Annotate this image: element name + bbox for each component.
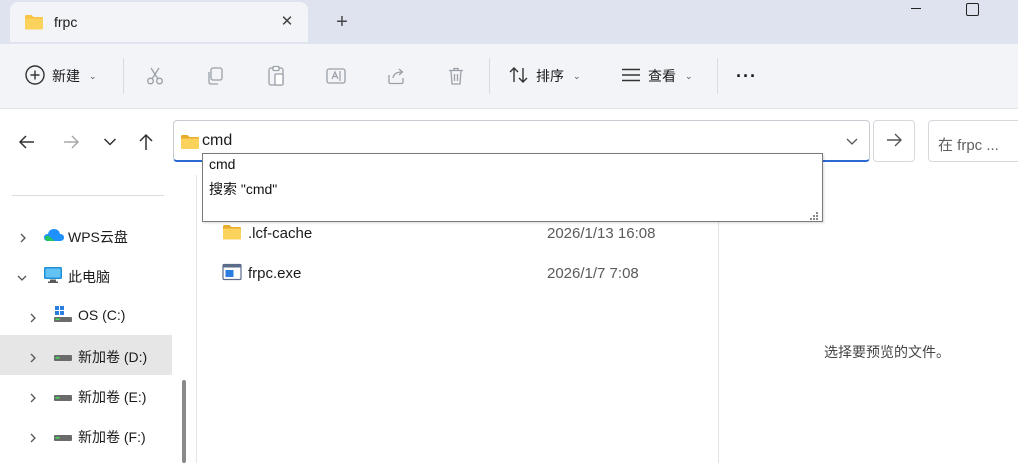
sort-icon	[508, 65, 530, 88]
computer-icon	[43, 266, 63, 287]
tab-title: frpc	[54, 14, 78, 30]
file-date: 2026/1/13 16:08	[547, 225, 656, 242]
sidebar-item-wps-cloud[interactable]: WPS云盘	[0, 215, 172, 255]
search-placeholder: 在 frpc ...	[938, 137, 999, 154]
chevron-down-icon[interactable]	[17, 270, 27, 281]
suggestion-item[interactable]: cmd	[209, 156, 235, 172]
file-row[interactable]: frpc.exe 2026/1/7 7:08	[214, 258, 714, 290]
chevron-right-icon[interactable]	[28, 310, 38, 323]
sidebar-item-label: 新加卷 (E:)	[78, 389, 147, 405]
suggestion-item[interactable]: 搜索 "cmd"	[209, 179, 277, 199]
maximize-button[interactable]	[966, 3, 979, 16]
sidebar-item-drive-c[interactable]: OS (C:)	[0, 295, 172, 335]
command-bar: 新建 ⌄ 排序 ⌄ 查看 ⌄ ···	[0, 44, 1018, 109]
toolbar-divider	[123, 58, 124, 94]
cut-icon[interactable]	[143, 64, 167, 88]
new-tab-button[interactable]: +	[330, 10, 354, 34]
address-suggestions: cmd 搜索 "cmd"	[202, 153, 823, 222]
sidebar-item-drive-e[interactable]: 新加卷 (E:)	[0, 375, 172, 415]
chevron-right-icon[interactable]	[28, 350, 38, 363]
recent-locations-icon[interactable]	[98, 130, 122, 154]
view-label: 查看	[648, 68, 676, 84]
new-button[interactable]: 新建 ⌄	[24, 62, 97, 90]
back-icon[interactable]	[15, 130, 39, 154]
sidebar-divider	[12, 195, 164, 196]
toolbar-divider	[489, 58, 490, 94]
arrow-right-icon	[885, 132, 903, 151]
chevron-right-icon[interactable]	[28, 390, 38, 403]
more-icon: ···	[736, 65, 757, 86]
sidebar-item-label: WPS云盘	[68, 229, 128, 245]
sidebar-item-label: 新加卷 (D:)	[78, 349, 148, 365]
folder-icon	[222, 223, 242, 244]
sort-button[interactable]: 排序 ⌄	[508, 62, 581, 90]
forward-icon[interactable]	[59, 130, 83, 154]
new-button-label: 新建	[52, 68, 80, 84]
chevron-down-icon: ⌄	[89, 70, 97, 81]
sort-label: 排序	[536, 68, 564, 84]
sidebar-item-label: 此电脑	[68, 269, 110, 285]
file-row[interactable]: .lcf-cache 2026/1/13 16:08	[214, 218, 714, 250]
file-date: 2026/1/7 7:08	[547, 265, 639, 282]
chevron-right-icon[interactable]	[18, 230, 28, 243]
sidebar-item-drive-d[interactable]: 新加卷 (D:)	[0, 335, 172, 375]
drive-icon	[53, 390, 73, 406]
delete-icon[interactable]	[444, 64, 468, 88]
add-circle-icon	[24, 64, 46, 89]
chevron-down-icon: ⌄	[685, 70, 693, 81]
windows-drive-icon	[53, 305, 73, 326]
minimize-button[interactable]	[906, 4, 926, 14]
more-button[interactable]: ···	[736, 62, 757, 90]
preview-empty-text: 选择要预览的文件。	[824, 344, 950, 360]
close-tab-icon[interactable]: ✕	[276, 11, 298, 33]
search-field[interactable]: 在 frpc ...	[928, 120, 1018, 162]
drive-icon	[53, 350, 73, 366]
folder-icon	[24, 13, 44, 34]
chevron-down-icon[interactable]	[844, 133, 860, 149]
file-name: .lcf-cache	[248, 225, 313, 242]
share-icon[interactable]	[384, 64, 408, 88]
sidebar-item-drive-f[interactable]: 新加卷 (F:)	[0, 415, 172, 455]
sidebar-scrollbar[interactable]	[182, 380, 186, 463]
pane-divider	[196, 175, 197, 463]
up-icon[interactable]	[134, 130, 158, 154]
sidebar-item-label: OS (C:)	[78, 307, 126, 323]
sidebar-item-this-pc[interactable]: 此电脑	[0, 255, 172, 295]
cloud-icon	[43, 227, 65, 246]
resize-grip-icon[interactable]	[809, 208, 819, 220]
folder-icon	[180, 134, 200, 153]
paste-icon[interactable]	[264, 64, 288, 88]
copy-icon[interactable]	[203, 64, 227, 88]
chevron-right-icon[interactable]	[28, 430, 38, 443]
rename-icon[interactable]	[324, 64, 348, 88]
address-input[interactable]: cmd	[202, 132, 232, 150]
exe-icon	[222, 263, 242, 284]
file-name: frpc.exe	[248, 265, 302, 282]
toolbar-divider	[717, 58, 718, 94]
drive-icon	[53, 430, 73, 446]
view-button[interactable]: 查看 ⌄	[620, 62, 693, 90]
go-button[interactable]	[873, 120, 915, 162]
chevron-down-icon: ⌄	[573, 70, 581, 81]
view-list-icon	[620, 66, 642, 87]
sidebar-item-label: 新加卷 (F:)	[78, 429, 146, 445]
tab-frpc[interactable]: frpc ✕	[10, 2, 308, 42]
